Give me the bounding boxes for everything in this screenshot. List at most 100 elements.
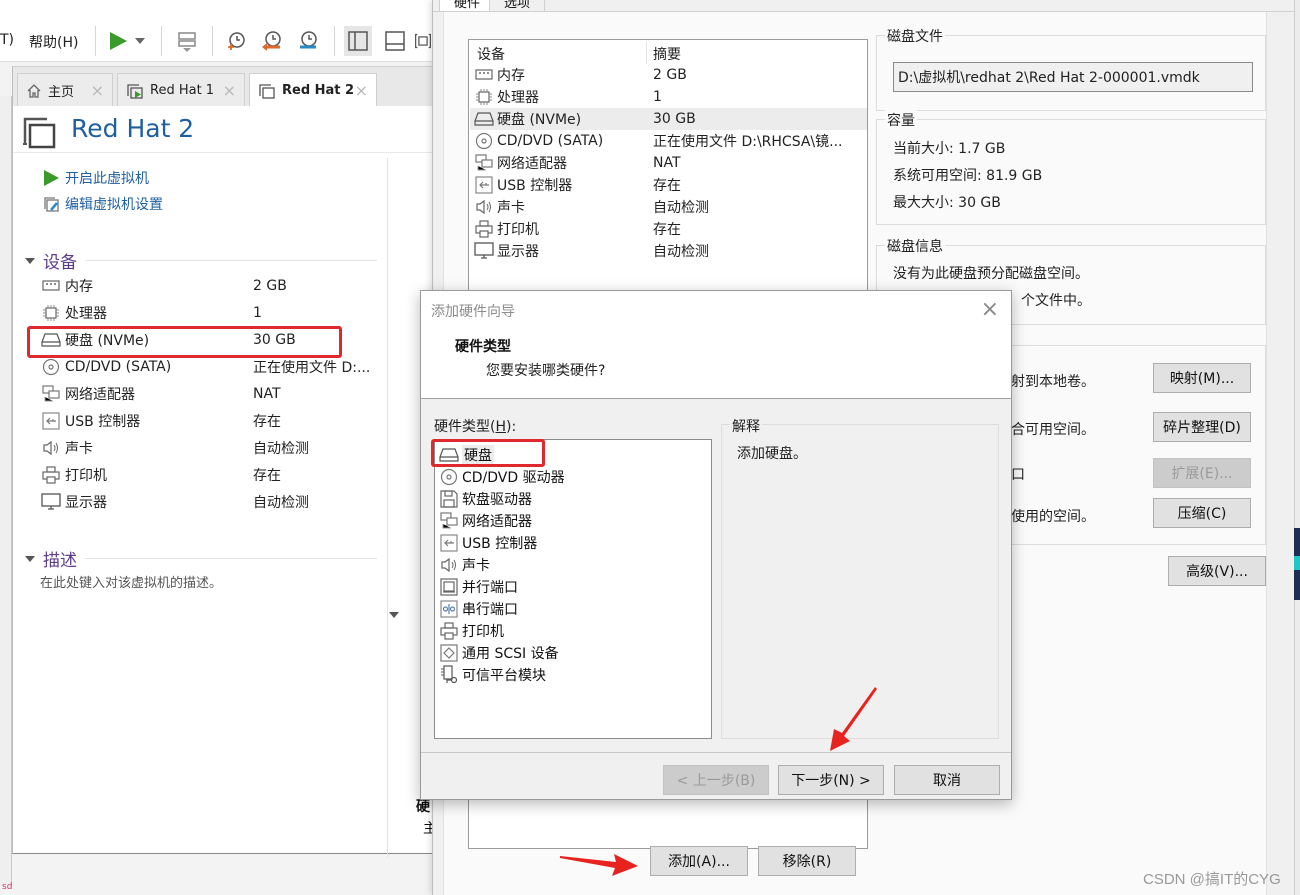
device-list-row[interactable]: USB 控制器 存在 [470, 174, 867, 196]
take-snapshot-icon[interactable] [222, 26, 250, 56]
collapse-triangle-icon [25, 555, 35, 562]
tab-hardware[interactable]: 硬件 [439, 0, 496, 12]
menu-item-help[interactable]: 帮助(H) [29, 32, 78, 52]
tab-label: Red Hat 1 [150, 83, 215, 98]
devices-section-header[interactable]: 设备 [25, 248, 377, 273]
tab-home[interactable]: 主页 × [17, 73, 113, 107]
disk-info-line: 个文件中。 [1021, 293, 1091, 309]
device-name: 打印机 [497, 222, 539, 238]
send-ctrl-alt-del-icon[interactable] [173, 26, 201, 56]
manage-snapshots-icon[interactable] [294, 26, 322, 56]
revert-snapshot-icon[interactable] [258, 26, 286, 56]
fullscreen-icon[interactable] [414, 26, 432, 56]
collapse-triangle-icon[interactable] [389, 612, 399, 618]
column-header-device[interactable]: 设备 [477, 44, 505, 64]
show-thumbnail-icon[interactable] [381, 26, 409, 56]
device-name: 内存 [65, 279, 93, 295]
parallel-port-icon [439, 578, 459, 596]
hardware-type-item[interactable]: 声卡 [439, 554, 490, 576]
sound-card-icon [474, 199, 494, 215]
close-icon[interactable]: × [91, 81, 104, 100]
home-icon [26, 83, 42, 99]
device-list-row[interactable]: 显示器 自动检测 [470, 240, 867, 262]
hardware-type-list[interactable]: 硬盘 CD/DVD 驱动器 软盘驱动器 网络适配器 USB 控制器 声卡 并行端口 串行端口打… [434, 439, 712, 739]
tab-red-hat-1[interactable]: Red Hat 1 × [117, 73, 245, 107]
description-section-header[interactable]: 描述 [25, 546, 377, 571]
hardware-type-item[interactable]: CD/DVD 驱动器 [439, 466, 565, 488]
memory-icon [41, 277, 61, 295]
hardware-type-item[interactable]: 通用 SCSI 设备 [439, 642, 559, 664]
hardware-type-label: 声卡 [462, 558, 490, 574]
defragment-button[interactable]: 碎片整理(D) [1153, 412, 1251, 442]
wizard-subheading: 您要安装哪类硬件? [486, 363, 606, 379]
device-list-row[interactable]: 打印机 存在 [470, 218, 867, 240]
tpm-icon [439, 665, 459, 685]
cancel-button[interactable]: 取消 [894, 765, 1000, 795]
back-button[interactable]: < 上一步(B) [663, 765, 769, 795]
power-on-icon[interactable] [104, 26, 132, 56]
device-summary-row[interactable]: 内存 2 GB [41, 274, 381, 298]
dialog-title: 添加硬件向导 [431, 304, 515, 320]
device-summary-row[interactable]: CD/DVD (SATA) 正在使用文件 D:... [41, 355, 381, 379]
show-library-icon[interactable] [344, 26, 372, 56]
group-title: 磁盘信息 [885, 236, 945, 256]
network-adapter-icon [439, 512, 459, 530]
tab-red-hat-2[interactable]: Red Hat 2 × [249, 73, 377, 107]
vm-icon [258, 82, 276, 100]
menu-item-partial[interactable]: T) [0, 32, 14, 48]
edit-settings-icon [43, 195, 61, 213]
printer-icon [439, 622, 459, 640]
tab-options[interactable]: 选项 [489, 0, 546, 12]
edit-vm-settings-link[interactable]: 编辑虚拟机设置 [43, 194, 163, 214]
device-summary: 2 GB [653, 67, 687, 83]
device-summary-row[interactable]: USB 控制器 存在 [41, 409, 381, 433]
hardware-type-item[interactable]: 串行端口 [439, 598, 518, 620]
hardware-type-item[interactable]: 可信平台模块 [439, 664, 546, 686]
add-hardware-button[interactable]: 添加(A)... [650, 846, 748, 876]
play-icon [43, 170, 61, 186]
power-on-vm-link[interactable]: 开启此虚拟机 [43, 168, 149, 188]
vmware-main-window: T) 帮助(H) 主页 × Red Hat 1 × Red Hat 2 × Re… [0, 0, 437, 895]
settings-tabs: 硬件 选项 [433, 0, 1295, 12]
close-icon[interactable]: × [981, 297, 999, 322]
device-name: 处理器 [65, 306, 107, 322]
hardware-type-item[interactable]: 网络适配器 [439, 510, 532, 532]
next-button[interactable]: 下一步(N) > [778, 765, 884, 795]
device-list-row[interactable]: 网络适配器 NAT [470, 152, 867, 174]
scsi-icon [439, 644, 459, 662]
device-list-row[interactable]: 内存 2 GB [470, 64, 867, 86]
device-list-row[interactable]: 处理器 1 [470, 86, 867, 108]
expand-button[interactable]: 扩展(E)... [1153, 458, 1251, 488]
usb-icon [439, 534, 459, 552]
hardware-type-item[interactable]: USB 控制器 [439, 532, 537, 554]
hardware-type-item[interactable]: 软盘驱动器 [439, 488, 532, 510]
status-mark: sd [2, 882, 13, 892]
close-icon[interactable]: × [223, 81, 236, 100]
hardware-type-item[interactable]: 打印机 [439, 620, 504, 642]
column-header-summary[interactable]: 摘要 [653, 44, 681, 64]
hardware-type-item[interactable]: 并行端口 [439, 576, 518, 598]
device-summary-row[interactable]: 处理器 1 [41, 301, 381, 325]
disk-info-line: 没有为此硬盘预分配磁盘空间。 [893, 266, 1089, 282]
device-value: 存在 [253, 414, 281, 430]
compact-button[interactable]: 压缩(C) [1153, 498, 1251, 528]
map-button[interactable]: 映射(M)... [1153, 363, 1251, 393]
device-list-row[interactable]: CD/DVD (SATA) 正在使用文件 D:\RHCSA\镜... [470, 130, 867, 152]
column-separator[interactable] [646, 42, 647, 64]
remove-hardware-button[interactable]: 移除(R) [758, 846, 856, 876]
device-summary-row[interactable]: 打印机 存在 [41, 463, 381, 487]
map-description: 射到本地卷。 [1011, 374, 1095, 390]
close-icon[interactable]: × [355, 81, 368, 100]
hardware-type-label: 软盘驱动器 [462, 492, 532, 508]
device-summary-row[interactable]: 声卡 自动检测 [41, 436, 381, 460]
description-placeholder[interactable]: 在此处键入对该虚拟机的描述。 [40, 572, 222, 591]
device-name: 声卡 [497, 200, 525, 216]
dropdown-arrow-icon[interactable] [132, 26, 148, 56]
device-summary-row[interactable]: 网络适配器 NAT [41, 382, 381, 406]
vm-icon [21, 114, 57, 154]
disk-file-path-field[interactable]: D:\虚拟机\redhat 2\Red Hat 2-000001.vmdk [893, 62, 1253, 92]
advanced-button[interactable]: 高级(V)... [1168, 556, 1266, 586]
device-summary-row[interactable]: 显示器 自动检测 [41, 490, 381, 514]
device-list-row[interactable]: 硬盘 (NVMe) 30 GB [470, 108, 867, 130]
device-list-row[interactable]: 声卡 自动检测 [470, 196, 867, 218]
